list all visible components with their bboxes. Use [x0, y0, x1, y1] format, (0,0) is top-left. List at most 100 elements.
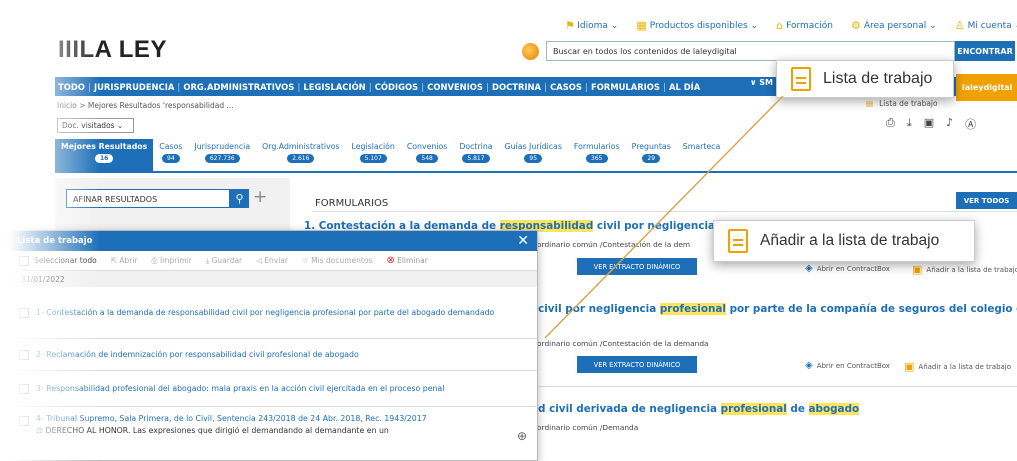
contractbox-link-1[interactable]: ◈ Abrir en ContractBox: [805, 263, 890, 274]
add-to-list-link-2[interactable]: ▣ Añadir a la lista de trabajo: [904, 360, 1011, 373]
contractbox-link-2[interactable]: ◈ Abrir en ContractBox: [805, 360, 890, 371]
add-list-icon: ▣: [904, 360, 915, 373]
star-icon: ☆: [302, 256, 309, 265]
add-list-icon: ▣: [912, 263, 923, 276]
nav-item-convenios[interactable]: CONVENIOS: [424, 82, 486, 92]
my-documents-button[interactable]: ☆ Mis documentos: [302, 256, 372, 265]
print-button[interactable]: ⎙ Imprimir: [152, 256, 192, 266]
nav-item-legislacion[interactable]: LEGISLACIÓN: [300, 82, 368, 92]
extract-button-1[interactable]: VER EXTRACTO DINÁMICO: [577, 258, 697, 275]
save-icon[interactable]: ▣: [924, 116, 934, 132]
select-all-checkbox[interactable]: Seleccionar todo: [19, 255, 97, 266]
logo[interactable]: IIILA LEY: [58, 36, 167, 64]
tab-formularios[interactable]: Formularios 365: [568, 139, 626, 171]
training-link[interactable]: ⌂ Formación: [776, 19, 833, 32]
tab-legislacion[interactable]: Legislación 5.107: [346, 139, 401, 171]
contractbox-icon: ◈: [805, 263, 813, 274]
work-list-link[interactable]: ▤ Lista de trabajo: [866, 99, 938, 108]
tab-org-administrativos[interactable]: Org.Administrativos 2.616: [256, 139, 345, 171]
dialog-title: Lista de trabajo: [17, 236, 93, 246]
open-button[interactable]: ⇱ Abrir: [111, 256, 138, 265]
list-item[interactable]: 1- Contestación a la demanda de responsa…: [9, 287, 537, 339]
nav-item-formularios[interactable]: FORMULARIOS: [588, 82, 663, 92]
tab-smarteca[interactable]: Smarteca: [677, 139, 726, 171]
item-checkbox[interactable]: [19, 349, 29, 360]
close-icon[interactable]: ✕: [517, 233, 529, 249]
breadcrumb[interactable]: Inicio > Mejores Resultados 'responsabil…: [57, 101, 234, 110]
account-menu[interactable]: ♙ Mi cuenta ⌄: [955, 19, 1017, 32]
page-tools: ⎙ ⤓ ▣ ♪ Ⓐ: [886, 116, 976, 132]
user-icon: ♙: [954, 19, 965, 32]
add-list-icon: [728, 229, 748, 253]
nav-item-codigos[interactable]: CÓDIGOS: [372, 82, 421, 92]
personal-area-menu[interactable]: ⚙ Área personal ⌄: [851, 19, 937, 32]
list-item[interactable]: 2- Reclamación de indemnización por resp…: [9, 339, 537, 371]
refine-input[interactable]: AFINAR RESULTADOS: [66, 189, 230, 208]
tab-guias-juridicas[interactable]: Guías Jurídicas 95: [499, 139, 568, 171]
download-icon: ⤓: [205, 255, 210, 265]
font-size-icon[interactable]: Ⓐ: [965, 116, 976, 132]
products-menu[interactable]: ▦ Productos disponibles ⌄: [636, 19, 758, 32]
dialog-header: Lista de trabajo ✕: [9, 231, 537, 251]
search-button[interactable]: ENCONTRAR: [955, 41, 1015, 61]
list-item[interactable]: 3- Responsabilidad profesional del aboga…: [9, 371, 537, 407]
nav-item-jurisprudencia[interactable]: JURISPRUDENCIA: [91, 82, 177, 92]
delete-button[interactable]: ⊗ Eliminar: [386, 255, 428, 266]
nav-item-casos[interactable]: CASOS: [547, 82, 585, 92]
list-item[interactable]: 4- Tribunal Supremo, Sala Primera, de lo…: [9, 407, 537, 449]
tab-preguntas[interactable]: Preguntas 29: [626, 139, 677, 171]
search-icon: ⚲: [235, 192, 244, 205]
print-icon: ⎙: [151, 255, 158, 265]
section-title: FORMULARIOS: [315, 198, 389, 209]
result-title-2[interactable]: ad civil por negligencia profesional por…: [520, 303, 1017, 315]
smarteca-nav[interactable]: ∨ SM: [750, 78, 773, 87]
print-icon[interactable]: ⎙: [886, 116, 895, 132]
expand-icon[interactable]: ⊕: [517, 429, 527, 443]
tab-mejores-resultados[interactable]: Mejores Resultados 16: [55, 139, 154, 171]
gear-icon: ⚙: [850, 19, 861, 32]
refine-search-button[interactable]: ⚲: [230, 189, 249, 208]
nav-item-doctrina[interactable]: DOCTRINA: [489, 82, 544, 92]
list-date: 31/01/2022: [9, 271, 537, 287]
item-checkbox[interactable]: [19, 416, 29, 426]
tab-underline: [55, 171, 1017, 173]
result-subtitle-1: icio ordinario común /Contestación de la…: [522, 240, 691, 249]
nav-item-todo[interactable]: TODO: [55, 82, 88, 92]
list-icon: ▤: [866, 99, 874, 108]
nav-item-al-dia[interactable]: AL DÍA: [666, 82, 703, 92]
tab-doctrina[interactable]: Doctrina 5.817: [453, 139, 498, 171]
ver-todos-button[interactable]: VER TODOS: [956, 192, 1017, 209]
language-menu[interactable]: ⚑ Idioma ⌄: [566, 19, 618, 32]
flag-icon: ⚑: [566, 19, 575, 32]
download-icon[interactable]: ⤓: [907, 116, 912, 132]
search-input[interactable]: Buscar en todos los contenidos de laleyd…: [546, 41, 955, 61]
open-icon: ⇱: [110, 256, 117, 265]
laleydigital-button[interactable]: laleydigital: [956, 74, 1017, 101]
top-nav: ⚑ Idioma ⌄ ▦ Productos disponibles ⌄ ⌂ Form…: [566, 19, 1017, 32]
result-subtitle-2: icio ordinario común /Contestación de la…: [522, 339, 709, 348]
tab-jurisprudencia[interactable]: Jurisprudencia 627.736: [188, 139, 256, 171]
save-button[interactable]: ⤓ Guardar: [206, 256, 242, 266]
extract-button-2[interactable]: VER EXTRACTO DINÁMICO: [577, 356, 697, 373]
checkbox[interactable]: [19, 255, 29, 266]
result-title-3[interactable]: idad civil derivada de negligencia profe…: [520, 403, 860, 415]
bell-icon[interactable]: ♪: [946, 116, 953, 132]
chevron-down-icon: ⌄: [116, 121, 124, 130]
add-filter-button[interactable]: +: [253, 187, 267, 207]
tab-convenios[interactable]: Convenios 548: [401, 139, 454, 171]
item-checkbox[interactable]: [19, 383, 29, 394]
dialog-toolbar: Seleccionar todo ⇱ Abrir ⎙ Imprimir ⤓ Gu…: [9, 251, 537, 271]
result-subtitle-3: icio ordinario común /Demanda: [522, 423, 639, 432]
graduation-icon: ⌂: [776, 19, 784, 32]
search-bar: Buscar en todos los contenidos de laleyd…: [522, 41, 1015, 61]
contractbox-icon: ◈: [805, 360, 813, 371]
add-to-list-link-1[interactable]: ▣ Añadir a la lista de trabajo: [912, 263, 1017, 276]
tab-casos[interactable]: Casos 94: [153, 139, 188, 171]
list-icon: [791, 67, 811, 91]
visited-docs-select[interactable]: Doc. visitados ⌄: [57, 118, 134, 133]
result-tabs: Mejores Resultados 16 Casos 94 Jurispruden…: [55, 139, 726, 171]
divider: [312, 211, 1017, 212]
nav-item-org-administrativos[interactable]: ORG.ADMINISTRATIVOS: [180, 82, 297, 92]
item-checkbox[interactable]: [19, 307, 29, 318]
send-button[interactable]: ◁ Enviar: [256, 256, 288, 265]
